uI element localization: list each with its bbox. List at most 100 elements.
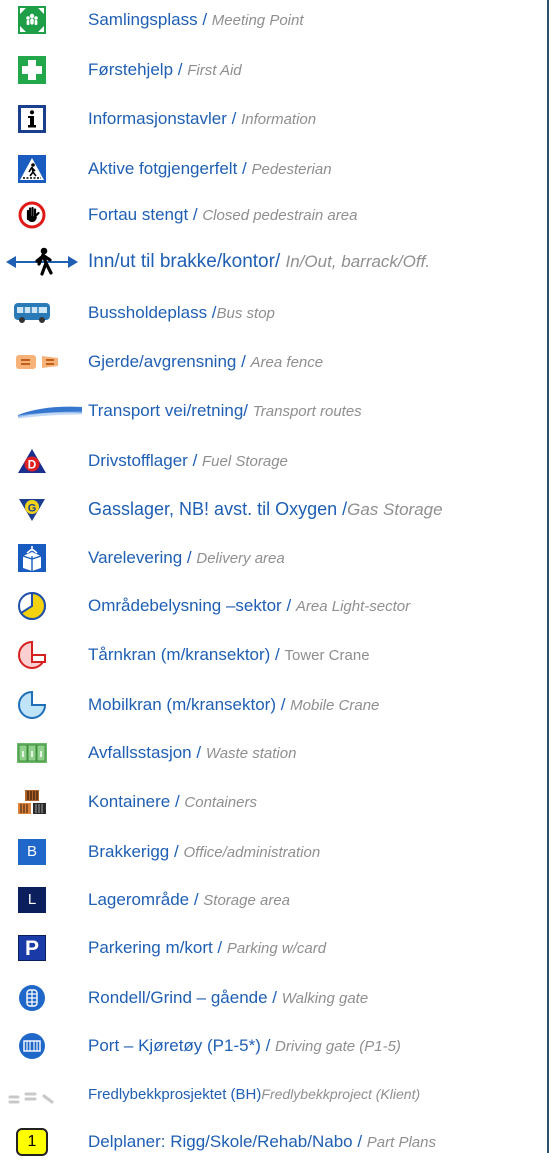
separator: / [237, 159, 252, 178]
separator: / [197, 10, 212, 29]
legend-row-waste-station: Avfallsstasjon / Waste station [0, 730, 548, 776]
separator: / [182, 548, 197, 567]
legend-row-bus-stop: Bussholdeplass /Bus stop [0, 290, 548, 336]
legend-label: Rondell/Grind – gående / Walking gate [88, 975, 368, 1021]
english-text: First Aid [187, 62, 242, 79]
norwegian-text: Rondell/Grind – gående [88, 988, 268, 1007]
norwegian-text: Fredlybekkprosjektet (BH) [88, 1086, 262, 1103]
legend-label: Tårnkran (m/kransektor) / Tower Crane [88, 632, 370, 678]
separator: / [281, 596, 296, 615]
norwegian-text: Gjerde/avgrensning [88, 352, 237, 371]
legend-row-walking-gate: Rondell/Grind – gående / Walking gate [0, 975, 548, 1021]
legend-label: Informasjonstavler / Information [88, 96, 316, 142]
separator: / [274, 251, 286, 272]
legend-label: Avfallsstasjon / Waste station [88, 730, 296, 776]
driving-gate-icon [16, 1030, 48, 1062]
waste-station-icon [16, 737, 48, 769]
legend-label: Inn/ut til brakke/kontor/ In/Out, barrac… [88, 239, 430, 285]
separator: / [267, 988, 282, 1007]
storage-l-icon: L [16, 884, 48, 916]
english-text: Waste station [205, 745, 297, 762]
norwegian-text: Bussholdeplass [88, 303, 208, 322]
separator: / [169, 842, 184, 861]
norwegian-text: Parkering m/kort [88, 938, 213, 957]
norwegian-text: Førstehjelp [88, 60, 174, 79]
area-light-icon [16, 590, 48, 622]
legend-label: Fortau stengt / Closed pedestrain area [88, 192, 357, 238]
walking-gate-icon [16, 982, 48, 1014]
legend-row-part-plans: 1 Delplaner: Rigg/Skole/Rehab/Nabo / Par… [0, 1119, 548, 1165]
english-text: Delivery area [196, 550, 285, 567]
legend-label: Mobilkran (m/kransektor) / Mobile Crane [88, 682, 379, 728]
english-text: Fredlybekkproject (Klient) [261, 1086, 421, 1102]
information-icon [16, 103, 48, 135]
english-text: Pedesterian [251, 161, 332, 178]
legend-row-meeting-point: Samlingsplass / Meeting Point [0, 0, 548, 43]
norwegian-text: Fortau stengt [88, 205, 189, 224]
legend-label: Områdebelysning –sektor / Area Light-sec… [88, 583, 410, 629]
separator: / [352, 1132, 367, 1151]
legend-label: Brakkerigg / Office/administration [88, 829, 320, 875]
english-text: Fuel Storage [202, 453, 288, 470]
legend-row-closed-area: Fortau stengt / Closed pedestrain area [0, 192, 548, 238]
english-text: Gas Storage [347, 500, 443, 519]
svg-text:D: D [28, 458, 37, 472]
legend-label: Transport vei/retning/ Transport routes [88, 388, 362, 434]
separator: / [236, 352, 251, 371]
norwegian-text: Samlingsplass [88, 10, 198, 29]
separator: / [337, 499, 348, 519]
part-plan-icon: 1 [16, 1126, 48, 1158]
norwegian-text: Lagerområde [88, 890, 190, 909]
first-aid-icon [16, 54, 48, 86]
separator: / [191, 743, 206, 762]
norwegian-text: Informasjonstavler [88, 109, 227, 128]
legend-label: Drivstofflager / Fuel Storage [88, 438, 288, 484]
legend-label: Port – Kjøretøy (P1-5*) / Driving gate (… [88, 1023, 401, 1069]
english-text: Bus stop [216, 305, 275, 322]
legend-panel: Samlingsplass / Meeting Point Førstehjel… [0, 0, 549, 1156]
walking-person-icon [4, 246, 80, 278]
english-text: Storage area [203, 892, 291, 909]
legend-row-area-light: Områdebelysning –sektor / Area Light-sec… [0, 583, 548, 629]
norwegian-text: Varelevering [88, 548, 183, 567]
legend-label: Førstehjelp / First Aid [88, 47, 242, 93]
separator: / [189, 890, 204, 909]
legend-row-containers: Kontainere / Containers [0, 779, 548, 825]
legend-row-gas: G Gasslager, NB! avst. til Oxygen /Gas S… [0, 486, 548, 532]
tower-crane-icon [16, 639, 48, 671]
legend-row-pedestrian: Aktive fotgjengerfelt / Pedesterian [0, 146, 548, 192]
legend-row-information: Informasjonstavler / Information [0, 96, 548, 142]
legend-label: Varelevering / Delivery area [88, 535, 285, 581]
legend-row-office: B Brakkerigg / Office/administration [0, 829, 548, 875]
stop-hand-icon [16, 199, 48, 231]
norwegian-text: Gasslager, NB! avst. til Oxygen [88, 499, 338, 519]
gas-storage-icon: G [16, 493, 48, 525]
norwegian-text: Brakkerigg [88, 842, 170, 861]
norwegian-text: Tårnkran (m/kransektor) [88, 645, 271, 664]
english-text: Transport routes [252, 403, 362, 420]
legend-row-tower-crane: Tårnkran (m/kransektor) / Tower Crane [0, 632, 548, 678]
english-text: Tower Crane [284, 647, 370, 664]
norwegian-text: Transport vei/retning [88, 401, 244, 420]
separator: / [212, 938, 227, 957]
norwegian-text: Aktive fotgjengerfelt [88, 159, 238, 178]
english-text: Information [241, 111, 317, 128]
assembly-point-icon [16, 4, 48, 36]
parking-icon: P [16, 932, 48, 964]
norwegian-text: Områdebelysning –sektor [88, 596, 282, 615]
norwegian-text: Inn/ut til brakke/kontor [88, 251, 275, 272]
legend-label: Aktive fotgjengerfelt / Pedesterian [88, 146, 332, 192]
legend-row-fence: Gjerde/avgrensning / Area fence [0, 339, 548, 385]
norwegian-text: Mobilkran (m/kransektor) [88, 695, 276, 714]
separator: / [270, 645, 285, 664]
english-text: Area fence [250, 354, 324, 371]
norwegian-text: Drivstofflager [88, 451, 188, 470]
legend-row-mobile-crane: Mobilkran (m/kransektor) / Mobile Crane [0, 682, 548, 728]
containers-icon [16, 786, 48, 818]
project-boundary-icon [6, 1078, 66, 1110]
legend-label: Gjerde/avgrensning / Area fence [88, 339, 323, 385]
office-b-icon: B [16, 836, 48, 868]
english-text: Walking gate [281, 990, 369, 1007]
bus-icon [12, 297, 52, 329]
legend-label: Delplaner: Rigg/Skole/Rehab/Nabo / Part … [88, 1119, 436, 1165]
